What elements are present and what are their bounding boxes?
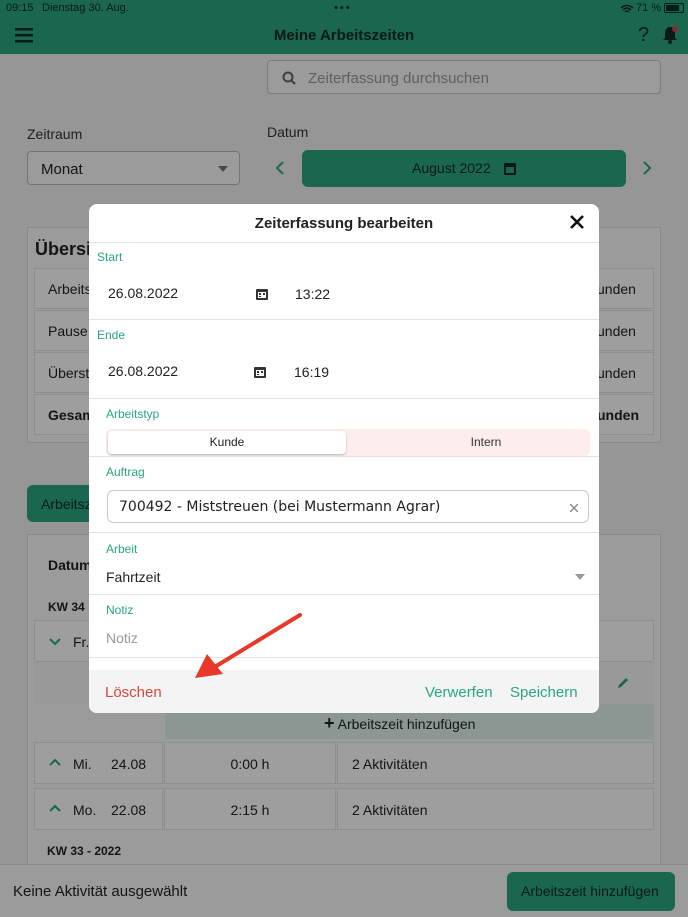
worktype-label: Arbeitstyp bbox=[106, 407, 160, 421]
start-label: Start bbox=[97, 250, 123, 264]
worktype-option-kunde[interactable]: Kunde bbox=[108, 431, 346, 454]
order-label: Auftrag bbox=[106, 465, 145, 479]
end-time-input[interactable]: 16:19 bbox=[294, 364, 329, 380]
chevron-down-icon[interactable] bbox=[575, 574, 585, 580]
calendar-icon[interactable] bbox=[256, 287, 268, 300]
discard-button[interactable]: Verwerfen bbox=[425, 684, 493, 701]
modal-title: Zeiterfassung bearbeiten bbox=[254, 215, 434, 232]
end-label: Ende bbox=[97, 328, 126, 342]
end-date-input[interactable]: 26.08.2022 bbox=[108, 363, 178, 379]
edit-time-entry-modal: Zeiterfassung bearbeiten Start 26.08.202… bbox=[89, 204, 599, 713]
work-select[interactable]: Fahrtzeit bbox=[106, 569, 160, 585]
worktype-option-intern[interactable]: Intern bbox=[364, 431, 599, 454]
save-button[interactable]: Speichern bbox=[510, 684, 578, 701]
start-time-input[interactable]: 13:22 bbox=[295, 286, 330, 302]
delete-button[interactable]: Löschen bbox=[105, 684, 162, 701]
close-icon[interactable] bbox=[570, 215, 584, 229]
work-label: Arbeit bbox=[106, 542, 138, 556]
modal-footer: Löschen Verwerfen Speichern bbox=[89, 670, 599, 713]
worktype-segmented-control[interactable]: Kunde Intern bbox=[106, 429, 590, 456]
note-input[interactable]: Notiz bbox=[106, 630, 138, 646]
calendar-icon[interactable] bbox=[254, 365, 266, 378]
clear-icon[interactable] bbox=[570, 504, 578, 512]
note-label: Notiz bbox=[106, 603, 134, 617]
annotation-arrow-icon bbox=[195, 613, 302, 678]
order-value: 700492 - Miststreuen (bei Mustermann Agr… bbox=[119, 499, 441, 515]
start-date-input[interactable]: 26.08.2022 bbox=[108, 285, 178, 301]
order-input[interactable]: 700492 - Miststreuen (bei Mustermann Agr… bbox=[107, 490, 589, 523]
